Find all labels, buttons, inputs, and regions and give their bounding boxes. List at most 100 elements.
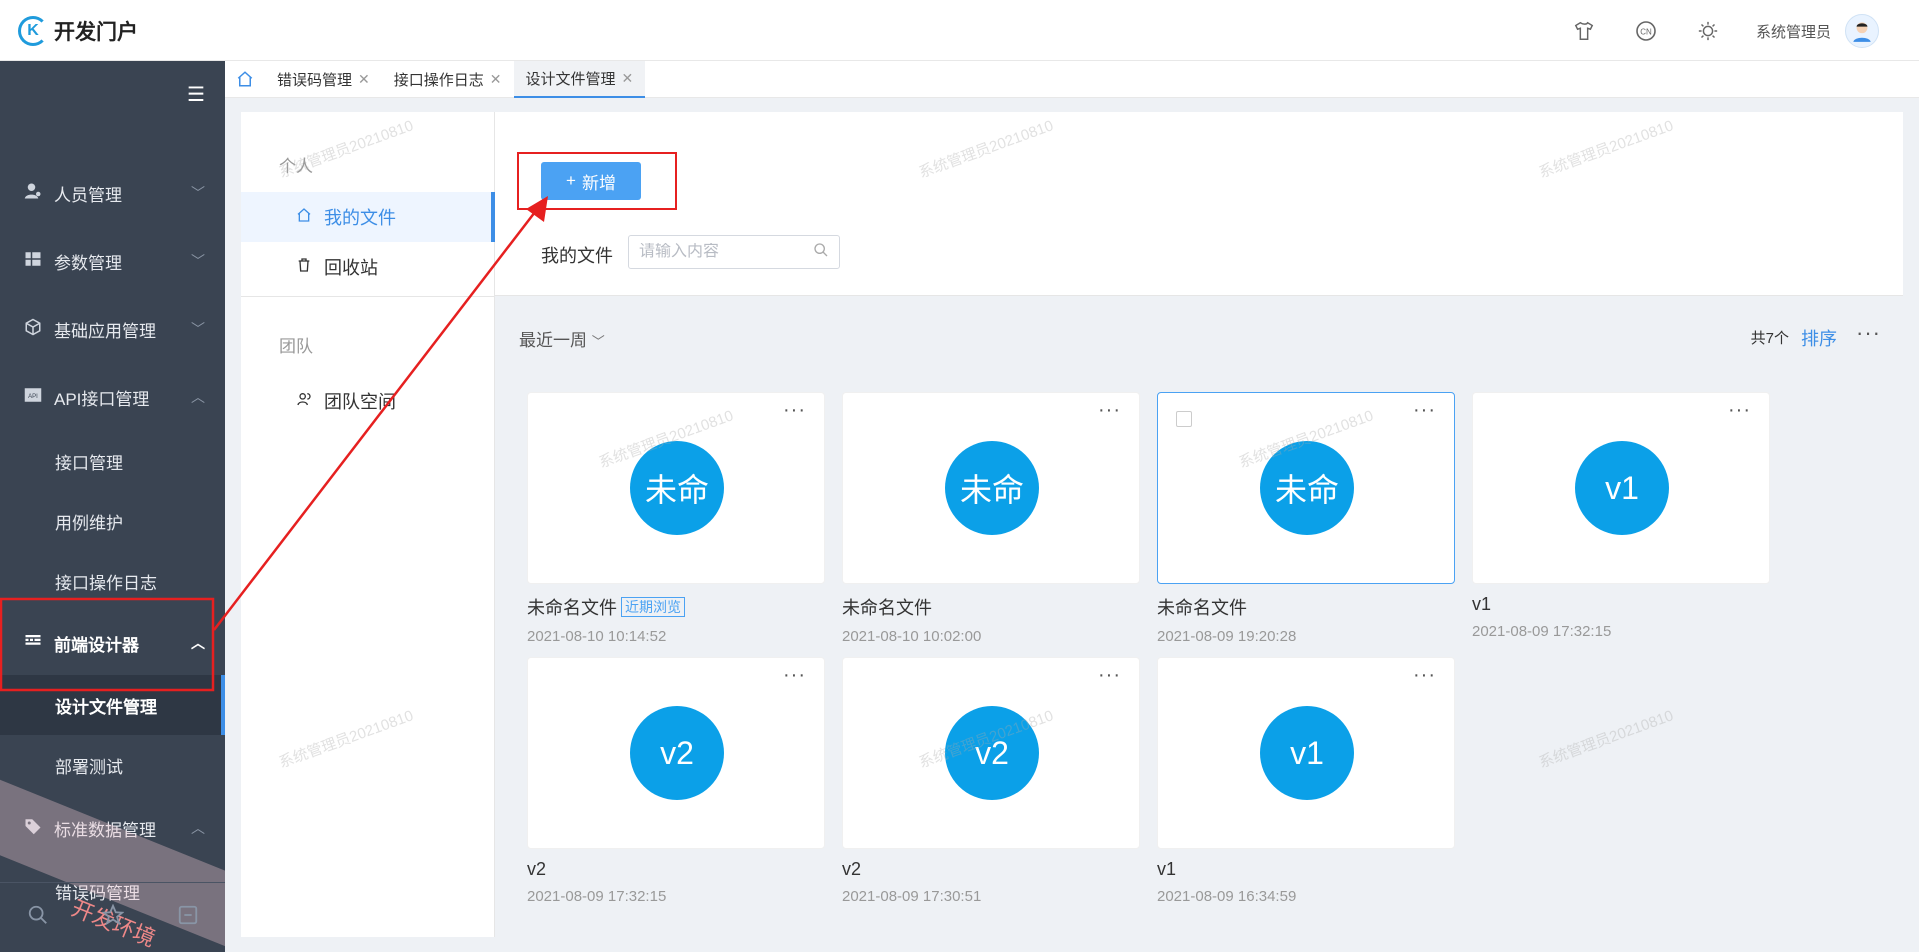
file-time: 2021-08-09 17:30:51 (842, 888, 982, 905)
nav-label: 我的文件 (324, 208, 396, 228)
sidebar-item-label: 参数管理 (54, 253, 122, 273)
period-dropdown[interactable]: 最近一周 ﹀ (519, 326, 605, 351)
filter-row: 最近一周 ﹀ 共7个 排序 ··· (495, 296, 1903, 366)
top-bar: K 开发门户 CN 系统管理员 (0, 0, 1919, 61)
username[interactable]: 系统管理员 (1756, 21, 1831, 42)
sidebar-item-api[interactable]: API API接口管理 ︿ (0, 363, 225, 431)
file-card-thumb[interactable]: ··· 未命 (527, 392, 825, 584)
chevron-down-icon: ﹀ (591, 334, 605, 349)
more-icon[interactable]: ··· (1728, 399, 1751, 422)
plus-icon: + (566, 171, 576, 190)
more-icon[interactable]: ··· (1098, 664, 1121, 687)
home-icon[interactable] (225, 61, 265, 98)
file-card[interactable]: ··· v2 v2 2021-08-09 17:30:51 (842, 657, 1140, 905)
sun-icon[interactable] (1694, 17, 1722, 45)
keyboard-icon (24, 632, 44, 655)
divider (241, 296, 495, 297)
sidebar: ☰ 人员管理 ﹀ 参数管理 ﹀ 基础应用管理 ﹀ API API接口管理 ︿ 接… (0, 61, 225, 952)
file-name: v1 (1472, 594, 1492, 614)
section-label: 我的文件 (541, 246, 613, 266)
sidebar-subitem-api-manage[interactable]: 接口管理 (0, 431, 225, 491)
file-count: 共7个 (1750, 330, 1789, 347)
close-icon[interactable]: ✕ (490, 71, 502, 88)
file-time: 2021-08-09 19:20:28 (1157, 628, 1297, 645)
chevron-up-icon: ︿ (191, 389, 205, 405)
sidebar-item-frontend-designer[interactable]: 前端设计器 ︿ (0, 611, 225, 675)
sidebar-item-people[interactable]: 人员管理 ﹀ (0, 159, 225, 227)
more-icon[interactable]: ··· (783, 664, 806, 687)
more-icon[interactable]: ··· (1413, 399, 1436, 422)
tshirt-icon[interactable] (1570, 17, 1598, 45)
file-time: 2021-08-09 16:34:59 (1157, 888, 1297, 905)
language-icon[interactable]: CN (1632, 17, 1660, 45)
sidebar-subitem-api-log[interactable]: 接口操作日志 (0, 551, 225, 611)
trash-icon (296, 257, 312, 278)
tab-design-files[interactable]: 设计文件管理 ✕ (513, 60, 646, 98)
file-card[interactable]: ··· 未命 未命名文件 近期浏览 2021-08-10 10:14:52 (527, 392, 825, 645)
chevron-up-icon: ︿ (191, 635, 205, 651)
sidebar-subitem-design-files[interactable]: 设计文件管理 (0, 675, 225, 735)
sidebar-footer (0, 882, 225, 952)
file-avatar: v2 (630, 706, 724, 800)
more-icon[interactable]: ··· (1856, 320, 1881, 346)
menu-collapse-icon[interactable]: ☰ (187, 82, 205, 107)
nav-label: 回收站 (324, 258, 378, 278)
file-card[interactable]: ··· v1 v1 2021-08-09 16:34:59 (1157, 657, 1455, 905)
file-name: 未命名文件 (842, 598, 932, 618)
file-card[interactable]: ··· v2 v2 2021-08-09 17:32:15 (527, 657, 825, 905)
chevron-down-icon: ﹀ (191, 321, 205, 337)
tab-bar: 错误码管理 ✕ 接口操作日志 ✕ 设计文件管理 ✕ (225, 60, 1919, 98)
file-card[interactable]: ··· v1 v1 2021-08-09 17:32:15 (1472, 392, 1770, 640)
period-label: 最近一周 (519, 331, 587, 350)
close-icon[interactable]: ✕ (622, 70, 634, 87)
file-name: 未命名文件 (527, 598, 617, 618)
nav-team-space[interactable]: 团队空间 (241, 376, 495, 426)
sidebar-subitem-test-cases[interactable]: 用例维护 (0, 491, 225, 551)
file-card-thumb[interactable]: ··· v1 (1157, 657, 1455, 849)
more-icon[interactable]: ··· (1098, 399, 1121, 422)
sidebar-item-params[interactable]: 参数管理 ﹀ (0, 227, 225, 295)
tab-api-log[interactable]: 接口操作日志 ✕ (382, 61, 514, 98)
file-name: v1 (1157, 859, 1177, 879)
file-card-thumb[interactable]: ··· v1 (1472, 392, 1770, 584)
file-card-thumb[interactable]: ··· 未命 (842, 392, 1140, 584)
language-label: CN (1640, 28, 1652, 37)
add-button[interactable]: + 新增 (541, 162, 641, 200)
more-icon[interactable]: ··· (1413, 664, 1436, 687)
file-time: 2021-08-10 10:02:00 (842, 628, 982, 645)
sort-button[interactable]: 排序 (1801, 325, 1837, 351)
add-button-label: 新增 (581, 173, 616, 193)
nav-my-files[interactable]: 我的文件 (241, 192, 495, 242)
file-avatar: v1 (1260, 706, 1354, 800)
file-avatar: 未命 (945, 441, 1039, 535)
sidebar-subitem-deploy-test[interactable]: 部署测试 (0, 735, 225, 795)
sidebar-item-label: 前端设计器 (54, 635, 139, 655)
app-logo[interactable]: K 开发门户 (18, 16, 138, 46)
search-icon[interactable] (813, 242, 829, 263)
search-icon[interactable] (27, 904, 49, 932)
file-card-thumb[interactable]: ··· 未命 (1157, 392, 1455, 584)
file-time: 2021-08-09 17:32:15 (1472, 623, 1612, 640)
select-checkbox[interactable] (1176, 411, 1192, 427)
svg-text:API: API (28, 394, 38, 400)
nav-recycle-bin[interactable]: 回收站 (241, 242, 495, 292)
file-avatar: 未命 (630, 441, 724, 535)
grid-icon (24, 250, 44, 273)
more-icon[interactable]: ··· (783, 399, 806, 422)
sidebar-item-base-app[interactable]: 基础应用管理 ﹀ (0, 295, 225, 363)
file-card[interactable]: ··· 未命 未命名文件 2021-08-10 10:02:00 (842, 392, 1140, 645)
history-icon[interactable] (177, 904, 199, 932)
tab-error-codes[interactable]: 错误码管理 ✕ (265, 61, 382, 98)
api-icon: API (24, 386, 44, 409)
file-card-thumb[interactable]: ··· v2 (527, 657, 825, 849)
main-panel: + 新增 我的文件 最近一周 ﹀ 共7个 排序 ··· ·· (495, 112, 1903, 937)
avatar[interactable] (1845, 14, 1879, 48)
star-icon[interactable] (100, 903, 125, 932)
cube-icon (24, 318, 44, 341)
file-card-thumb[interactable]: ··· v2 (842, 657, 1140, 849)
search-input[interactable] (639, 243, 789, 261)
file-card[interactable]: ··· 未命 未命名文件 2021-08-09 19:20:28 (1157, 392, 1455, 645)
close-icon[interactable]: ✕ (358, 71, 370, 88)
file-nav-panel: 个人 我的文件 回收站 团队 团队空间 (241, 112, 495, 937)
file-name: 未命名文件 (1157, 598, 1247, 618)
